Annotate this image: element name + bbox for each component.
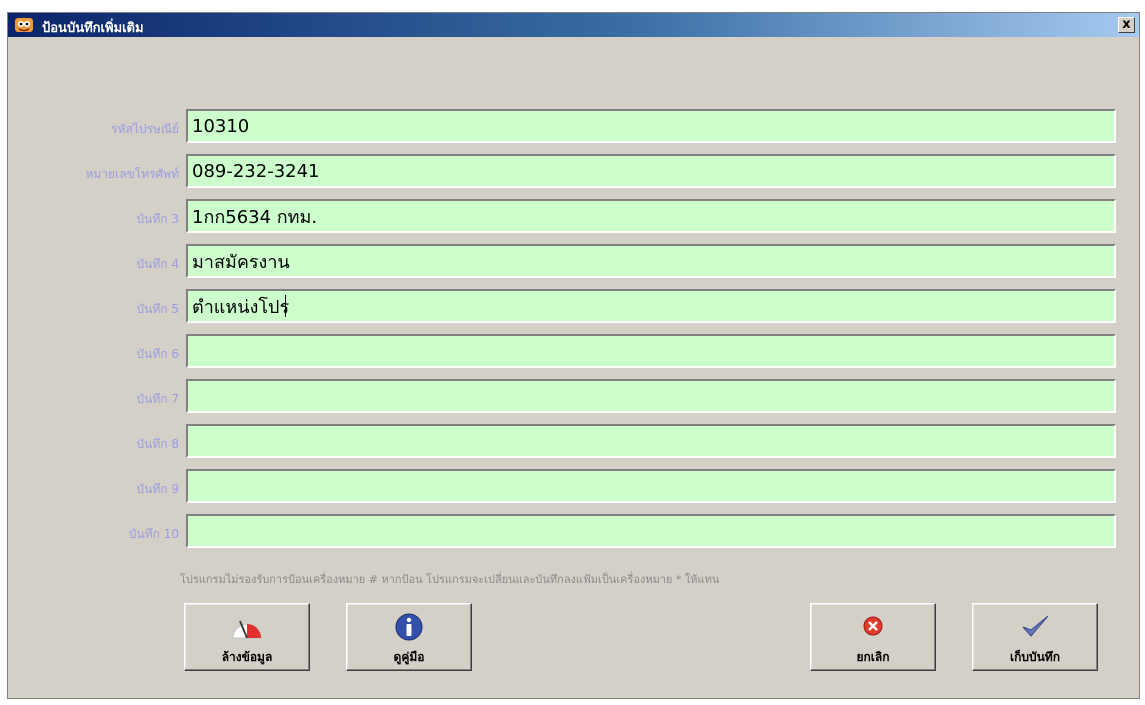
- field-label-note-4: บันทึก 4: [136, 257, 179, 271]
- cancel-icon: [863, 616, 883, 636]
- help-button-label: ดูคู่มือ: [393, 650, 425, 664]
- note-10-field[interactable]: [186, 514, 1116, 548]
- field-label-note-9: บันทึก 9: [136, 482, 179, 496]
- text-caret: [285, 295, 286, 317]
- note-6-field[interactable]: [186, 334, 1116, 368]
- save-button[interactable]: เก็บบันทึก: [972, 603, 1098, 671]
- title-bar[interactable]: ป้อนบันทึกเพิ่มเติม x: [8, 13, 1139, 37]
- field-label-note-6: บันทึก 6: [136, 347, 179, 361]
- info-icon: [395, 613, 423, 641]
- note-3-field[interactable]: [186, 199, 1116, 233]
- field-label-note-3: บันทึก 3: [136, 212, 179, 226]
- gauge-icon: [232, 620, 262, 639]
- clear-button[interactable]: ล้างข้อมูล: [184, 603, 310, 671]
- note-5-field[interactable]: [186, 289, 1116, 323]
- note-8-field[interactable]: [186, 424, 1116, 458]
- save-button-label: เก็บบันทึก: [1010, 650, 1060, 664]
- window-title: ป้อนบันทึกเพิ่มเติม: [42, 21, 144, 36]
- help-button[interactable]: ดูคู่มือ: [346, 603, 472, 671]
- clear-button-label: ล้างข้อมูล: [221, 650, 273, 664]
- field-label-note-8: บันทึก 8: [136, 437, 179, 451]
- hash-warning-note: โปรแกรมไม่รองรับการป้อนเครื่องหมาย # หาก…: [180, 573, 720, 586]
- cancel-button-label: ยกเลิก: [856, 650, 890, 664]
- cancel-button[interactable]: ยกเลิก: [810, 603, 936, 671]
- field-label-note-10: บันทึก 10: [128, 527, 179, 541]
- note-7-field[interactable]: [186, 379, 1116, 413]
- field-label-note-5: บันทึก 5: [136, 302, 179, 316]
- field-label-note-7: บันทึก 7: [136, 392, 179, 406]
- phone-field[interactable]: [186, 154, 1116, 188]
- note-4-field[interactable]: [186, 244, 1116, 278]
- close-button[interactable]: x: [1118, 17, 1135, 33]
- field-label-postcode: รหัสไปรษณีย์: [111, 122, 179, 136]
- app-icon: [15, 18, 33, 32]
- postcode-field[interactable]: [186, 109, 1116, 143]
- checkmark-icon: [1022, 615, 1049, 637]
- dialog-window: ป้อนบันทึกเพิ่มเติม x รหัสไปรษณีย์ หมายเ…: [7, 12, 1140, 699]
- note-9-field[interactable]: [186, 469, 1116, 503]
- field-label-phone: หมายเลขโทรศัพท์: [85, 167, 180, 181]
- close-icon: x: [1122, 17, 1131, 32]
